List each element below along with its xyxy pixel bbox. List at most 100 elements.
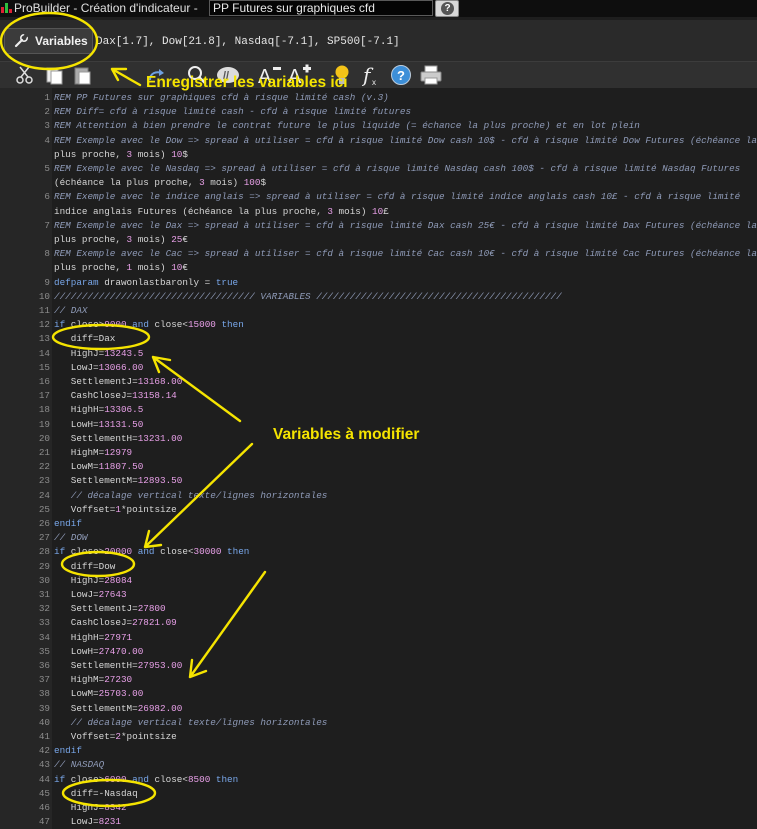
code-text[interactable]: LowJ=13066.00 <box>54 361 144 375</box>
code-text[interactable]: indice anglais Futures (échéance la plus… <box>54 205 389 219</box>
code-line[interactable]: plus proche, 3 mois) 25€ <box>0 233 757 247</box>
code-text[interactable]: REM Exemple avec le Cac => spread à util… <box>54 247 757 261</box>
code-line[interactable]: 12 if close>9000 and close<15000 then <box>0 318 757 332</box>
code-line[interactable]: 10 //////////////////////////////////// V… <box>0 290 757 304</box>
code-line[interactable]: 29 diff=Dow <box>0 560 757 574</box>
code-text[interactable]: HighJ=13243.5 <box>54 347 144 361</box>
code-text[interactable]: diff=-Nasdaq <box>54 787 138 801</box>
code-text[interactable]: SettlementM=12893.50 <box>54 474 183 488</box>
code-text[interactable]: if close>6000 and close<8500 then <box>54 773 238 787</box>
help-button[interactable]: ? <box>435 0 459 17</box>
code-line[interactable]: 9 defparam drawonlastbaronly = true <box>0 276 757 290</box>
code-text[interactable]: SettlementH=27953.00 <box>54 659 183 673</box>
code-line[interactable]: 15 LowJ=13066.00 <box>0 361 757 375</box>
code-text[interactable]: Voffset=1*pointsize <box>54 503 177 517</box>
code-text[interactable]: SettlementM=26982.00 <box>54 702 183 716</box>
code-line[interactable]: 33 CashCloseJ=27821.09 <box>0 616 757 630</box>
code-line[interactable]: 26 endif <box>0 517 757 531</box>
code-text[interactable]: defparam drawonlastbaronly = true <box>54 276 238 290</box>
code-line[interactable]: 35 LowH=27470.00 <box>0 645 757 659</box>
code-text[interactable]: // DAX <box>54 304 87 318</box>
code-line[interactable]: (échéance la plus proche, 3 mois) 100$ <box>0 176 757 190</box>
print-button[interactable] <box>419 64 443 86</box>
code-line[interactable]: 5 REM Exemple avec le Nasdaq => spread à … <box>0 162 757 176</box>
code-text[interactable]: LowJ=8231 <box>54 815 121 829</box>
code-line[interactable]: 38 LowM=25703.00 <box>0 687 757 701</box>
variables-button[interactable]: Variables <box>4 28 93 54</box>
code-line[interactable]: 41 Voffset=2*pointsize <box>0 730 757 744</box>
code-text[interactable]: REM Attention à bien prendre le contrat … <box>54 119 640 133</box>
code-line[interactable]: 42 endif <box>0 744 757 758</box>
code-text[interactable]: (échéance la plus proche, 3 mois) 100$ <box>54 176 266 190</box>
code-line[interactable]: 45 diff=-Nasdaq <box>0 787 757 801</box>
code-text[interactable]: // NASDAQ <box>54 758 104 772</box>
code-line[interactable]: 32 SettlementJ=27800 <box>0 602 757 616</box>
code-text[interactable]: plus proche, 3 mois) 25€ <box>54 233 188 247</box>
paste-button[interactable] <box>72 64 94 86</box>
code-line[interactable]: 7 REM Exemple avec le Dax => spread à uti… <box>0 219 757 233</box>
code-line[interactable]: 24 // décalage vertical texte/lignes hor… <box>0 489 757 503</box>
code-text[interactable]: endif <box>54 517 82 531</box>
code-line[interactable]: 25 Voffset=1*pointsize <box>0 503 757 517</box>
code-text[interactable]: LowH=13131.50 <box>54 418 144 432</box>
code-text[interactable]: // décalage vertical texte/lignes horizo… <box>54 716 328 730</box>
code-text[interactable]: CashCloseJ=27821.09 <box>54 616 177 630</box>
code-text[interactable]: plus proche, 1 mois) 10€ <box>54 261 188 275</box>
code-line[interactable]: 21 HighM=12979 <box>0 446 757 460</box>
code-text[interactable]: SettlementH=13231.00 <box>54 432 183 446</box>
code-line[interactable]: 30 HighJ=28084 <box>0 574 757 588</box>
code-text[interactable]: // DOW <box>54 531 87 545</box>
code-line[interactable]: 37 HighM=27230 <box>0 673 757 687</box>
code-line[interactable]: 6 REM Exemple avec le indice anglais => s… <box>0 190 757 204</box>
code-line[interactable]: 1 REM PP Futures sur graphiques cfd à ris… <box>0 91 757 105</box>
code-text[interactable]: HighH=13306.5 <box>54 403 144 417</box>
code-text[interactable]: REM Exemple avec le Dax => spread à util… <box>54 219 757 233</box>
code-text[interactable]: SettlementJ=27800 <box>54 602 166 616</box>
code-text[interactable]: HighJ=8342 <box>54 801 127 815</box>
code-line[interactable]: 23 SettlementM=12893.50 <box>0 474 757 488</box>
variables-list[interactable]: Dax[1.7], Dow[21.8], Nasdaq[-7.1], SP500… <box>96 36 400 48</box>
code-line[interactable]: 14 HighJ=13243.5 <box>0 347 757 361</box>
code-text[interactable]: if close>9000 and close<15000 then <box>54 318 244 332</box>
code-line[interactable]: 18 HighH=13306.5 <box>0 403 757 417</box>
code-text[interactable]: LowJ=27643 <box>54 588 127 602</box>
code-text[interactable]: diff=Dow <box>54 560 116 574</box>
code-text[interactable]: plus proche, 3 mois) 10$ <box>54 148 188 162</box>
code-line[interactable]: 44 if close>6000 and close<8500 then <box>0 773 757 787</box>
code-text[interactable]: if close>20000 and close<30000 then <box>54 545 249 559</box>
code-text[interactable]: HighH=27971 <box>54 631 132 645</box>
function-button[interactable]: fx <box>362 64 382 86</box>
code-text[interactable]: Voffset=2*pointsize <box>54 730 177 744</box>
code-text[interactable]: CashCloseJ=13158.14 <box>54 389 177 403</box>
code-text[interactable]: SettlementJ=13168.00 <box>54 375 183 389</box>
code-text[interactable]: HighJ=28084 <box>54 574 132 588</box>
code-line[interactable]: 40 // décalage vertical texte/lignes hor… <box>0 716 757 730</box>
code-text[interactable]: HighM=12979 <box>54 446 132 460</box>
code-text[interactable]: //////////////////////////////////// VAR… <box>54 290 562 304</box>
code-line[interactable]: 46 HighJ=8342 <box>0 801 757 815</box>
code-text[interactable]: REM Exemple avec le Nasdaq => spread à u… <box>54 162 740 176</box>
code-line[interactable]: 4 REM Exemple avec le Dow => spread à uti… <box>0 134 757 148</box>
code-text[interactable]: LowH=27470.00 <box>54 645 144 659</box>
code-text[interactable]: REM PP Futures sur graphiques cfd à risq… <box>54 91 389 105</box>
code-line[interactable]: 8 REM Exemple avec le Cac => spread à uti… <box>0 247 757 261</box>
code-line[interactable]: 31 LowJ=27643 <box>0 588 757 602</box>
code-text[interactable]: LowM=11807.50 <box>54 460 144 474</box>
code-text[interactable]: diff=Dax <box>54 332 116 346</box>
code-line[interactable]: indice anglais Futures (échéance la plus… <box>0 205 757 219</box>
code-line[interactable]: 36 SettlementH=27953.00 <box>0 659 757 673</box>
code-line[interactable]: plus proche, 1 mois) 10€ <box>0 261 757 275</box>
code-line[interactable]: 22 LowM=11807.50 <box>0 460 757 474</box>
code-line[interactable]: 43 // NASDAQ <box>0 758 757 772</box>
code-line[interactable]: 47 LowJ=8231 <box>0 815 757 829</box>
code-line[interactable]: plus proche, 3 mois) 10$ <box>0 148 757 162</box>
code-line[interactable]: 2 REM Diff= cfd à risque limité cash - cf… <box>0 105 757 119</box>
code-editor[interactable]: 1 REM PP Futures sur graphiques cfd à ris… <box>0 88 757 829</box>
code-line[interactable]: 3 REM Attention à bien prendre le contrat… <box>0 119 757 133</box>
code-text[interactable]: LowM=25703.00 <box>54 687 144 701</box>
code-text[interactable]: REM Diff= cfd à risque limité cash - cfd… <box>54 105 411 119</box>
code-text[interactable]: HighM=27230 <box>54 673 132 687</box>
code-line[interactable]: 39 SettlementM=26982.00 <box>0 702 757 716</box>
indicator-name-input[interactable] <box>209 0 433 16</box>
code-text[interactable]: // décalage vertical texte/lignes horizo… <box>54 489 328 503</box>
